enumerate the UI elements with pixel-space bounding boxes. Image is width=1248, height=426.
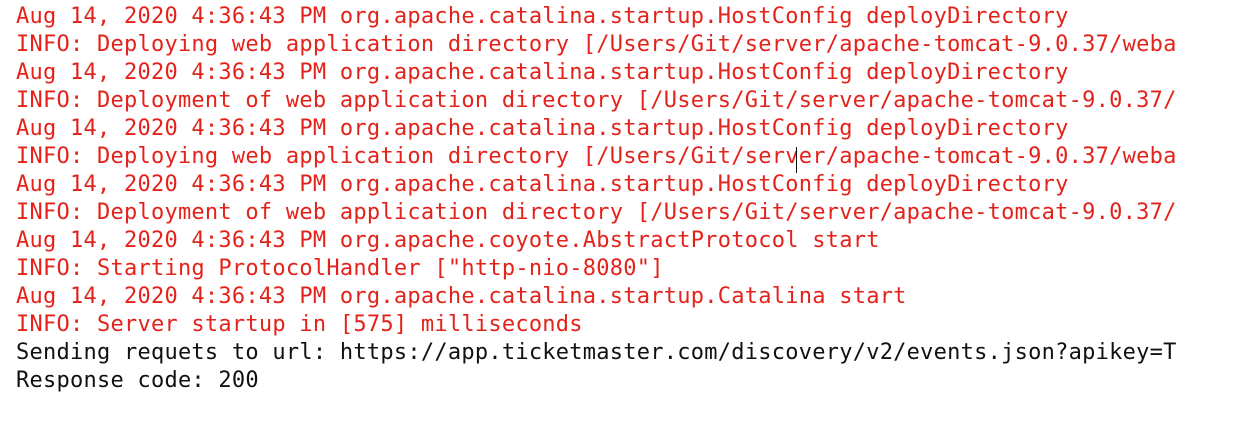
console-line: Aug 14, 2020 4:36:43 PM org.apache.coyot…: [16, 228, 880, 253]
console-line: Aug 14, 2020 4:36:43 PM org.apache.catal…: [16, 284, 907, 309]
console-line: INFO: Deployment of web application dire…: [16, 200, 1177, 225]
console-output-panel[interactable]: Aug 14, 2020 4:36:43 PM org.apache.catal…: [0, 0, 1248, 426]
console-line: INFO: Deploying web application director…: [16, 144, 1177, 169]
console-line: Response code: 200: [16, 368, 259, 393]
console-lines: Aug 14, 2020 4:36:43 PM org.apache.catal…: [16, 3, 1177, 395]
console-line: Aug 14, 2020 4:36:43 PM org.apache.catal…: [16, 172, 1069, 197]
console-line: INFO: Deployment of web application dire…: [16, 88, 1177, 113]
console-line: INFO: Deploying web application director…: [16, 32, 1177, 57]
text-cursor: [796, 147, 797, 173]
clipped-previous-line: [0, 0, 1248, 6]
console-line: INFO: Server startup in [575] millisecon…: [16, 312, 583, 337]
console-line: Sending requets to url: https://app.tick…: [16, 340, 1177, 365]
console-line: Aug 14, 2020 4:36:43 PM org.apache.catal…: [16, 60, 1069, 85]
console-line: Aug 14, 2020 4:36:43 PM org.apache.catal…: [16, 116, 1069, 141]
console-line: Aug 14, 2020 4:36:43 PM org.apache.catal…: [16, 4, 1069, 29]
console-line: INFO: Starting ProtocolHandler ["http-ni…: [16, 256, 664, 281]
